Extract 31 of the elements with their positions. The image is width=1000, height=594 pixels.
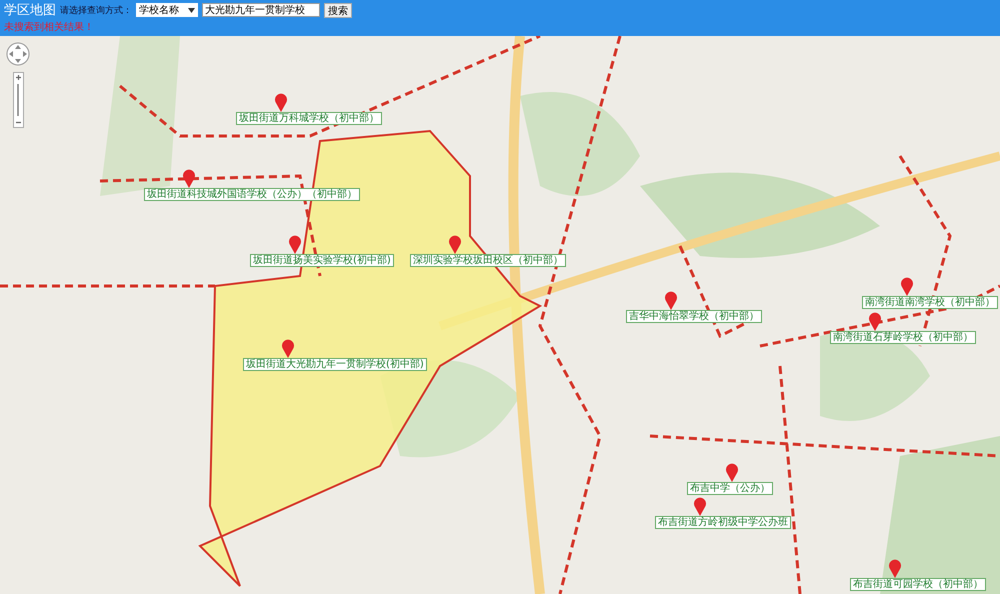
map-pin-icon[interactable] bbox=[888, 558, 902, 578]
school-label[interactable]: 布吉街道方岭初级中学公办班 bbox=[655, 516, 791, 529]
school-label[interactable]: 南湾街道石芽岭学校（初中部） bbox=[830, 331, 976, 344]
school-label[interactable]: 吉华中海怡翠学校（初中部） bbox=[626, 310, 762, 323]
query-label: 请选择查询方式： bbox=[60, 4, 132, 16]
school-label[interactable]: 布吉街道可园学校（初中部） bbox=[850, 578, 986, 591]
app-title: 学区地图 bbox=[4, 2, 56, 19]
school-label[interactable]: 坂田街道扬美实验学校(初中部) bbox=[250, 254, 394, 267]
caret-icon bbox=[188, 8, 195, 12]
map-pin-icon[interactable] bbox=[281, 338, 295, 358]
query-type-select[interactable]: 学校名称 bbox=[136, 3, 198, 17]
map-pin-icon[interactable] bbox=[693, 496, 707, 516]
map-pin-icon[interactable] bbox=[448, 234, 462, 254]
pan-control[interactable] bbox=[6, 42, 30, 66]
school-label[interactable]: 坂田街道万科城学校（初中部） bbox=[236, 112, 382, 125]
map-pin-icon[interactable] bbox=[868, 311, 882, 331]
school-label[interactable]: 坂田街道大光勘九年一贯制学校(初中部) bbox=[243, 358, 427, 371]
search-button[interactable]: 搜索 bbox=[324, 2, 352, 18]
map-pin-icon[interactable] bbox=[288, 234, 302, 254]
zoom-control-icon[interactable] bbox=[13, 72, 24, 128]
search-field[interactable]: 大光勘九年一贯制学校 bbox=[202, 3, 320, 17]
map-pin-icon[interactable] bbox=[274, 92, 288, 112]
map-pin-icon[interactable] bbox=[664, 290, 678, 310]
school-label[interactable]: 布吉中学（公办） bbox=[687, 482, 773, 495]
school-label[interactable]: 南湾街道南湾学校（初中部） bbox=[862, 296, 998, 309]
school-label[interactable]: 深圳实验学校坂田校区（初中部） bbox=[410, 254, 566, 267]
map-pin-icon[interactable] bbox=[182, 168, 196, 188]
error-message: 未搜索到相关结果！ bbox=[4, 20, 95, 34]
school-label[interactable]: 坂田街道科技城外国语学校（公办）（初中部） bbox=[144, 188, 360, 201]
map-pin-icon[interactable] bbox=[725, 462, 739, 482]
map-pin-icon[interactable] bbox=[900, 276, 914, 296]
